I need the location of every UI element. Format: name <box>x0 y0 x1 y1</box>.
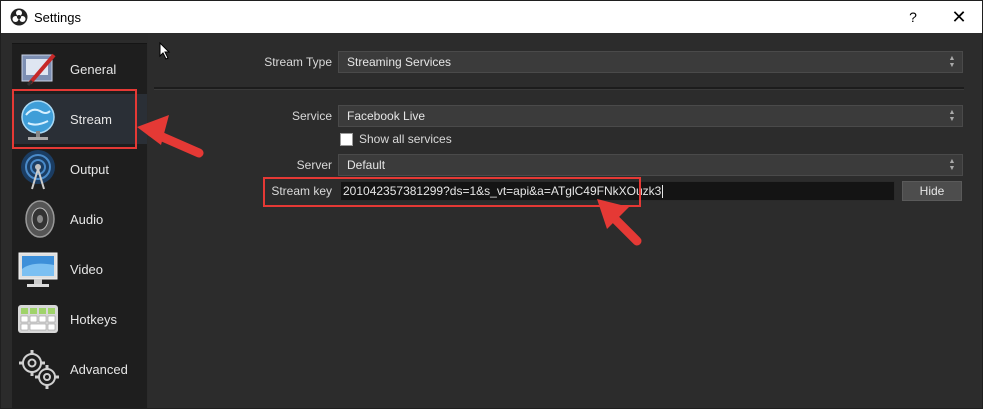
sidebar-item-output[interactable]: Output <box>12 144 147 194</box>
help-button[interactable]: ? <box>890 1 936 33</box>
stream-settings-panel: Stream Type Streaming Services ▲ ▼ Servic… <box>148 33 982 408</box>
sidebar-item-general[interactable]: General <box>12 44 147 94</box>
up-down-arrows-icon: ▲ ▼ <box>948 109 956 123</box>
title-bar: Settings ? ✕ <box>1 1 982 33</box>
sidebar-item-video[interactable]: Video <box>12 244 147 294</box>
sidebar-item-label: General <box>70 61 117 77</box>
sidebar-item-hotkeys[interactable]: Hotkeys <box>12 294 147 344</box>
speaker-icon <box>16 197 60 241</box>
show-all-services-row[interactable]: Show all services <box>340 132 452 146</box>
mouse-cursor-icon <box>159 42 171 60</box>
show-all-services-checkbox[interactable] <box>340 132 353 146</box>
server-label: Server <box>296 158 332 172</box>
hide-key-button[interactable]: Hide <box>902 181 962 201</box>
up-down-arrows-icon: ▲ ▼ <box>948 158 956 172</box>
service-value: Facebook Live <box>347 109 426 123</box>
stream-type-label: Stream Type <box>264 55 332 69</box>
stream-type-select[interactable]: Streaming Services ▲ ▼ <box>338 51 963 73</box>
stream-type-value: Streaming Services <box>347 55 452 69</box>
monitor-icon <box>16 247 60 291</box>
text-caret <box>662 184 664 198</box>
keyboard-icon <box>16 297 60 341</box>
server-value: Default <box>347 158 386 172</box>
section-divider <box>154 87 964 90</box>
service-label: Service <box>291 109 332 123</box>
stream-highlight-box <box>12 89 137 149</box>
sidebar-item-label: Output <box>70 161 110 177</box>
sidebar-item-label: Advanced <box>70 361 128 377</box>
service-select[interactable]: Facebook Live ▲ ▼ <box>338 105 963 127</box>
sidebar-item-advanced[interactable]: Advanced <box>12 344 147 394</box>
server-select[interactable]: Default ▲ ▼ <box>338 154 963 176</box>
stream-key-highlight-box <box>263 177 641 207</box>
window-title: Settings <box>34 9 81 25</box>
general-icon <box>16 47 60 91</box>
output-antenna-icon <box>16 147 60 191</box>
show-all-services-label: Show all services <box>359 132 452 146</box>
settings-window: Settings ? ✕ General Stream Output Audio… <box>0 0 983 409</box>
sidebar-item-label: Hotkeys <box>70 311 117 327</box>
obs-logo-icon <box>10 8 28 26</box>
up-down-arrows-icon: ▲ ▼ <box>948 55 956 69</box>
gears-icon <box>16 347 60 391</box>
sidebar-item-audio[interactable]: Audio <box>12 194 147 244</box>
close-button[interactable]: ✕ <box>936 1 982 33</box>
sidebar-item-label: Audio <box>70 211 104 227</box>
sidebar-item-label: Video <box>70 261 104 277</box>
